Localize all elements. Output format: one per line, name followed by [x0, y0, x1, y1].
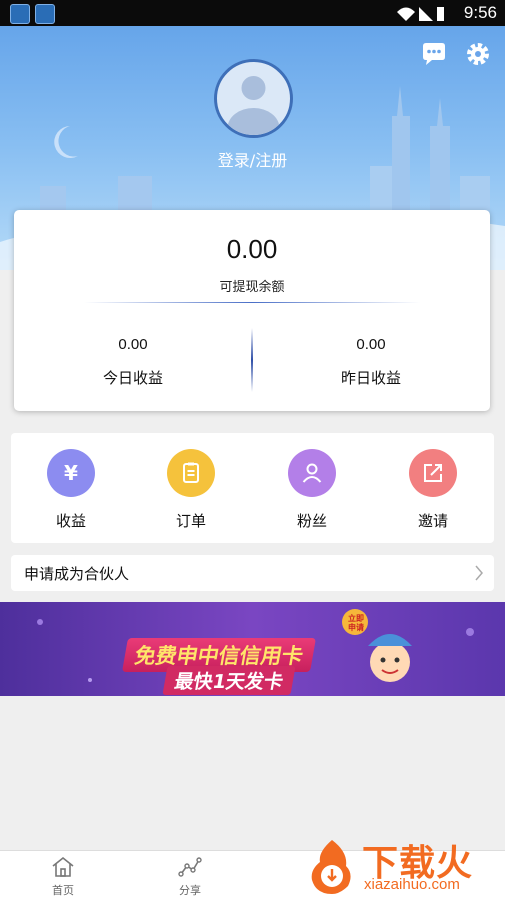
- flame-logo-icon: [311, 840, 351, 894]
- banner-subtitle: 最快1天发卡: [162, 666, 296, 695]
- tab-share-label: 分享: [179, 884, 201, 897]
- withdrawable-balance-value: 0.00: [226, 234, 278, 264]
- login-register-link[interactable]: 登录/注册: [0, 147, 505, 171]
- quick-menu: ¥ 收益 订单 粉丝 邀请: [11, 433, 494, 543]
- menu-fans[interactable]: 粉丝: [262, 449, 362, 531]
- watermark-url: xiazaihuo.com: [364, 876, 460, 893]
- watermark-logo: 下载火 xiazaihuo.com: [300, 832, 503, 898]
- status-bar: 9:56: [0, 0, 505, 26]
- message-icon[interactable]: [420, 40, 448, 68]
- today-earnings[interactable]: 0.00 今日收益: [14, 336, 252, 388]
- tab-home[interactable]: 首页: [33, 855, 93, 898]
- yesterday-earnings-value: 0.00: [356, 336, 386, 353]
- menu-orders-label: 订单: [175, 512, 206, 530]
- share-graph-icon: [178, 857, 202, 877]
- divider: [84, 302, 420, 303]
- app-notification-icon: [35, 4, 55, 24]
- gear-icon[interactable]: [464, 40, 492, 68]
- app-notification-icon: [10, 4, 30, 24]
- menu-fans-label: 粉丝: [296, 512, 327, 530]
- clipboard-icon: [167, 449, 215, 497]
- system-status-icons: [397, 7, 444, 21]
- yesterday-earnings[interactable]: 0.00 昨日收益: [252, 336, 490, 388]
- tab-home-label: 首页: [52, 884, 74, 897]
- user-icon: [288, 449, 336, 497]
- yen-icon: ¥: [47, 449, 95, 497]
- share-icon: [409, 449, 457, 497]
- menu-earnings[interactable]: ¥ 收益: [21, 449, 121, 531]
- balance-card: 0.00 可提现余额 0.00 今日收益 0.00 昨日收益: [14, 210, 490, 411]
- chevron-right-icon: [475, 565, 483, 581]
- apply-partner-label: 申请成为合伙人: [24, 565, 130, 583]
- menu-orders[interactable]: 订单: [141, 449, 241, 531]
- banner-badge: 立即申请: [348, 614, 364, 632]
- menu-invite-label: 邀请: [417, 512, 448, 530]
- yesterday-earnings-label: 昨日收益: [340, 369, 401, 387]
- apply-partner-row[interactable]: 申请成为合伙人: [11, 555, 494, 591]
- today-earnings-value: 0.00: [118, 336, 148, 353]
- menu-invite[interactable]: 邀请: [383, 449, 483, 531]
- home-icon: [52, 856, 74, 877]
- avatar[interactable]: [214, 59, 293, 138]
- today-earnings-label: 今日收益: [102, 369, 163, 387]
- svg-text:¥: ¥: [64, 461, 78, 485]
- menu-earnings-label: 收益: [55, 512, 86, 530]
- credit-card-banner[interactable]: 立即申请 免费申中信信用卡 最快1天发卡: [0, 602, 505, 696]
- withdrawable-balance-label: 可提现余额: [219, 280, 285, 295]
- status-time: 9:56: [463, 3, 497, 22]
- tab-share[interactable]: 分享: [160, 855, 220, 898]
